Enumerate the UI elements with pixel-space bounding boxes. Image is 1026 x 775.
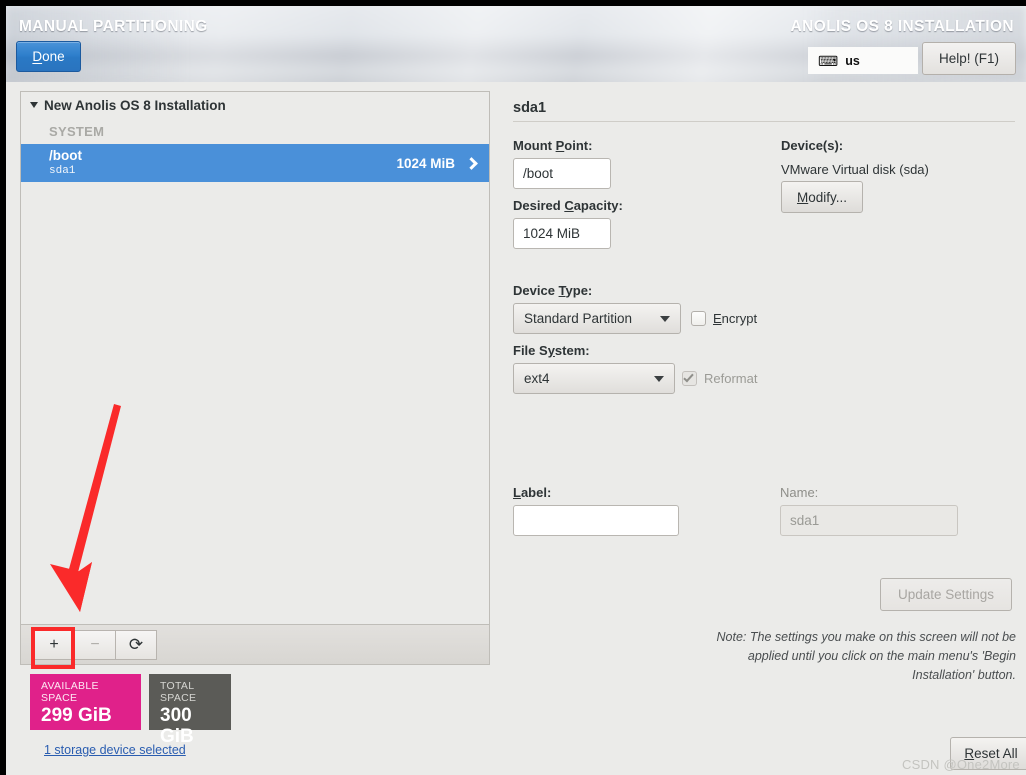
help-button-label: Help! (F1) xyxy=(938,51,999,66)
help-button[interactable]: Help! (F1) xyxy=(922,42,1016,75)
detail-title: sda1 xyxy=(513,100,547,116)
available-space-caption: AVAILABLE SPACE xyxy=(41,680,99,704)
available-space-box: AVAILABLE SPACE 299 GiB xyxy=(30,674,141,730)
total-space-caption: TOTAL SPACE xyxy=(160,680,197,704)
label-input[interactable] xyxy=(513,505,679,536)
tree-row-device: sda1 xyxy=(49,164,76,177)
chevron-right-icon[interactable] xyxy=(465,156,478,170)
desired-capacity-label: Desired Capacity: xyxy=(513,198,623,213)
file-system-select[interactable]: ext4 xyxy=(513,363,675,394)
device-type-select[interactable]: Standard Partition xyxy=(513,303,681,334)
keyboard-layout-label: us xyxy=(845,53,860,68)
update-settings-button[interactable]: Update Settings xyxy=(880,578,1012,611)
encrypt-checkbox-box xyxy=(691,311,706,326)
mount-point-input[interactable] xyxy=(513,158,611,189)
label-field-label: Label: xyxy=(513,485,552,500)
name-field-label: Name: xyxy=(780,485,819,500)
watermark: CSDN @One2More xyxy=(902,757,1020,772)
page-title: MANUAL PARTITIONING xyxy=(19,18,208,35)
tree-row-main: /boot sda1 xyxy=(49,149,396,177)
partition-tree-panel: New Anolis OS 8 Installation SYSTEM /boo… xyxy=(20,91,490,625)
table-row[interactable]: /boot sda1 1024 MiB xyxy=(21,144,489,182)
installation-note: Note: The settings you make on this scre… xyxy=(716,630,1016,682)
check-icon xyxy=(683,371,694,383)
done-button-label: Done xyxy=(32,49,65,64)
plus-icon: + xyxy=(49,635,59,653)
add-mount-point-button[interactable]: + xyxy=(33,629,75,660)
partition-tree-scroll[interactable]: New Anolis OS 8 Installation SYSTEM /boo… xyxy=(21,92,489,624)
reformat-checkbox-box xyxy=(682,371,697,386)
encrypt-label: Encrypt xyxy=(713,311,758,326)
header-bar: MANUAL PARTITIONING ANOLIS OS 8 INSTALLA… xyxy=(6,6,1026,82)
tree-root-label: New Anolis OS 8 Installation xyxy=(44,97,226,113)
remove-mount-point-button[interactable]: − xyxy=(74,629,116,660)
file-system-label: File System: xyxy=(513,343,590,358)
file-system-value: ext4 xyxy=(524,371,550,386)
reformat-checkbox[interactable]: Reformat xyxy=(682,371,757,386)
keyboard-icon: ⌨ xyxy=(818,52,839,69)
product-title: ANOLIS OS 8 INSTALLATION xyxy=(790,18,1014,35)
refresh-icon: ⟳ xyxy=(128,634,144,654)
tree-row-mountpoint: /boot xyxy=(49,148,82,164)
triangle-down-icon[interactable] xyxy=(30,102,38,108)
device-type-value: Standard Partition xyxy=(524,311,633,326)
minus-icon: − xyxy=(90,635,100,653)
chevron-down-icon xyxy=(660,315,670,322)
tree-root-installation[interactable]: New Anolis OS 8 Installation xyxy=(21,92,489,118)
devices-label: Device(s): xyxy=(781,138,844,153)
total-space-value: 300 GiB xyxy=(160,705,194,747)
modify-button[interactable]: Modify... xyxy=(781,181,863,213)
refresh-button[interactable]: ⟳ xyxy=(115,629,157,660)
desired-capacity-input[interactable] xyxy=(513,218,611,249)
mount-point-label: Mount Point: xyxy=(513,138,593,153)
partition-toolbar: + − ⟳ xyxy=(20,625,490,665)
available-space-value: 299 GiB xyxy=(41,705,112,727)
tree-group-label: SYSTEM xyxy=(49,123,105,139)
tree-row-size: 1024 MiB xyxy=(396,155,455,171)
name-input xyxy=(780,505,958,536)
modify-button-label: Modify... xyxy=(796,189,848,205)
device-type-label: Device Type: xyxy=(513,283,593,298)
total-space-box: TOTAL SPACE 300 GiB xyxy=(149,674,231,747)
keyboard-layout-indicator[interactable]: ⌨ us xyxy=(808,47,918,74)
detail-divider xyxy=(513,121,1015,122)
partition-toolbar-group: + − ⟳ xyxy=(33,629,157,660)
storage-devices-link[interactable]: 1 storage device selected xyxy=(44,743,186,757)
reformat-label: Reformat xyxy=(704,371,758,386)
update-settings-label: Update Settings xyxy=(897,587,995,602)
chevron-down-icon xyxy=(654,375,664,382)
encrypt-checkbox[interactable]: Encrypt xyxy=(691,311,757,326)
done-button[interactable]: Done xyxy=(16,41,81,72)
devices-value: VMware Virtual disk (sda) xyxy=(781,162,929,177)
installer-window: MANUAL PARTITIONING ANOLIS OS 8 INSTALLA… xyxy=(6,6,1026,775)
tree-group-system: SYSTEM xyxy=(21,118,489,144)
